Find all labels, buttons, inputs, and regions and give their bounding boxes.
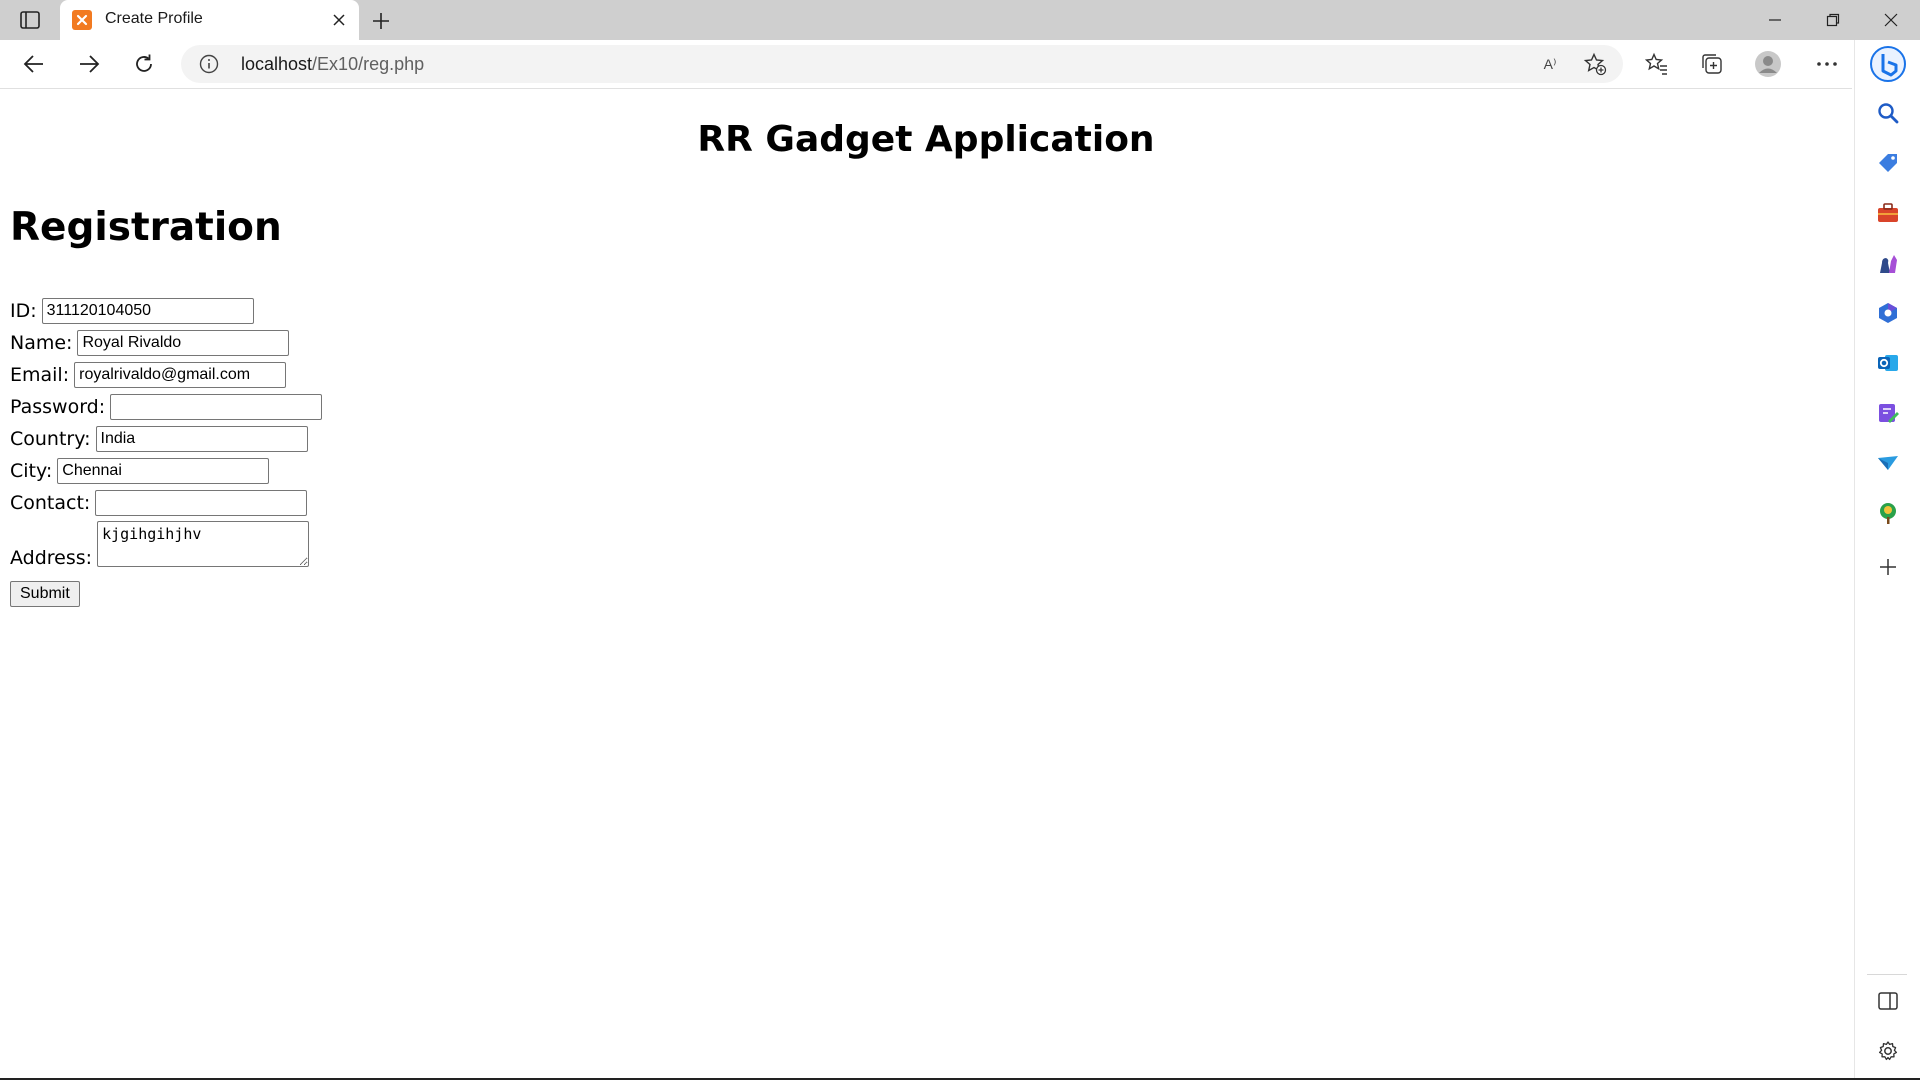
password-row: Password:: [10, 391, 323, 423]
tools-briefcase-icon: [1878, 203, 1898, 222]
send-icon: [1878, 456, 1898, 470]
email-field[interactable]: [74, 362, 287, 388]
minimize-button[interactable]: [1755, 6, 1795, 34]
city-field[interactable]: [57, 458, 270, 484]
sidebar-divider: [1867, 974, 1907, 975]
contact-row: Contact:: [10, 487, 322, 519]
avatar-icon: [1755, 51, 1781, 77]
name-row: Name:: [10, 327, 322, 359]
close-icon: [333, 14, 345, 26]
tab-actions-button[interactable]: [18, 9, 42, 31]
url-host: localhost: [241, 54, 313, 74]
name-field[interactable]: [77, 330, 290, 356]
refresh-button[interactable]: [128, 48, 160, 80]
sidebar-tree-button[interactable]: [1872, 497, 1904, 529]
city-label: City:: [10, 460, 53, 482]
sidebar-tools-button[interactable]: [1872, 197, 1904, 229]
search-icon: [1878, 103, 1899, 124]
collections-button[interactable]: [1696, 48, 1728, 80]
settings-icon: [1878, 1041, 1898, 1061]
arrow-right-icon: [80, 55, 100, 73]
back-button[interactable]: [18, 48, 50, 80]
sidebar-toggle-icon: [1878, 992, 1898, 1010]
read-aloud-button[interactable]: A⁾: [1539, 53, 1561, 75]
restore-icon: [1826, 13, 1840, 27]
sidebar-m365-button[interactable]: [1872, 297, 1904, 329]
password-field[interactable]: [110, 394, 323, 420]
id-label: ID:: [10, 300, 37, 322]
sidebar-toggle-button[interactable]: [1872, 985, 1904, 1017]
email-row: Email:: [10, 359, 322, 391]
profile-button[interactable]: [1752, 48, 1784, 80]
edge-sidebar: [1854, 40, 1920, 1080]
favorites-icon: [1645, 52, 1667, 75]
browser-toolbar: localhost/Ex10/reg.php A⁾: [0, 40, 1854, 88]
id-row: ID:: [10, 295, 322, 327]
address-textarea[interactable]: kjgihgihjhv: [97, 521, 310, 567]
refresh-icon: [136, 54, 152, 72]
games-icon: [1880, 255, 1897, 273]
registration-heading: Registration: [10, 205, 282, 250]
more-dots-icon: [1817, 62, 1837, 66]
restore-button[interactable]: [1813, 6, 1853, 34]
page-title: RR Gadget Application: [697, 119, 1155, 160]
sidebar-send-button[interactable]: [1872, 447, 1904, 479]
name-label: Name:: [10, 332, 73, 354]
sidebar-search-button[interactable]: [1872, 97, 1904, 129]
tab-close-button[interactable]: [328, 9, 350, 31]
arrow-left-icon: [23, 55, 43, 73]
page-viewport: RR Gadget Application Registration ID: N…: [0, 88, 1852, 1078]
xampp-favicon-icon: [72, 10, 92, 30]
shopping-tag-icon: [1879, 154, 1897, 172]
email-label: Email:: [10, 364, 70, 386]
address-bar[interactable]: localhost/Ex10/reg.php A⁾: [181, 45, 1623, 83]
browser-titlebar: Create Profile: [0, 0, 1920, 40]
address-row: Address: kjgihgihjhv: [10, 519, 322, 569]
password-label: Password:: [10, 396, 106, 418]
submit-button[interactable]: Submit: [10, 581, 80, 607]
close-window-button[interactable]: [1871, 6, 1911, 34]
collections-icon: [1702, 54, 1722, 74]
tab-title: Create Profile: [105, 10, 203, 27]
country-row: Country:: [10, 423, 322, 455]
add-icon: [1880, 559, 1896, 575]
address-label: Address:: [10, 547, 93, 569]
country-field[interactable]: [95, 426, 308, 452]
contact-label: Contact:: [10, 492, 91, 514]
add-favorite-button[interactable]: [1583, 52, 1607, 76]
bing-copilot-button[interactable]: [1868, 44, 1908, 84]
new-tab-button[interactable]: [368, 8, 394, 34]
info-icon: [199, 54, 219, 74]
contact-field[interactable]: [95, 490, 308, 516]
forward-button[interactable]: [73, 48, 105, 80]
sidebar-games-button[interactable]: [1872, 247, 1904, 279]
url-path: /Ex10/reg.php: [312, 54, 425, 74]
sidebar-designer-button[interactable]: [1872, 397, 1904, 429]
close-window-icon: [1884, 13, 1898, 27]
sidebar-add-button[interactable]: [1872, 551, 1904, 583]
plus-icon: [373, 13, 389, 29]
sidebar-outlook-button[interactable]: [1872, 347, 1904, 379]
more-menu-button[interactable]: [1811, 48, 1843, 80]
read-aloud-icon: A⁾: [1543, 55, 1557, 72]
id-field[interactable]: [41, 298, 254, 324]
tree-icon: [1880, 503, 1896, 524]
star-add-icon: [1583, 52, 1607, 76]
bing-copilot-icon: [1870, 46, 1906, 82]
tab-actions-icon: [20, 11, 40, 29]
site-info-button[interactable]: [199, 54, 219, 74]
country-label: Country:: [10, 428, 91, 450]
minimize-icon: [1769, 19, 1781, 21]
microsoft-365-icon: [1879, 303, 1897, 323]
favorites-button[interactable]: [1641, 48, 1673, 80]
outlook-icon: [1878, 355, 1898, 371]
url-text[interactable]: localhost/Ex10/reg.php: [241, 54, 424, 75]
sidebar-shopping-button[interactable]: [1872, 147, 1904, 179]
sidebar-settings-button[interactable]: [1872, 1035, 1904, 1067]
registration-form: ID: Name: Email: Password: Country: City…: [10, 295, 323, 607]
designer-icon: [1879, 404, 1899, 423]
city-row: City:: [10, 455, 322, 487]
